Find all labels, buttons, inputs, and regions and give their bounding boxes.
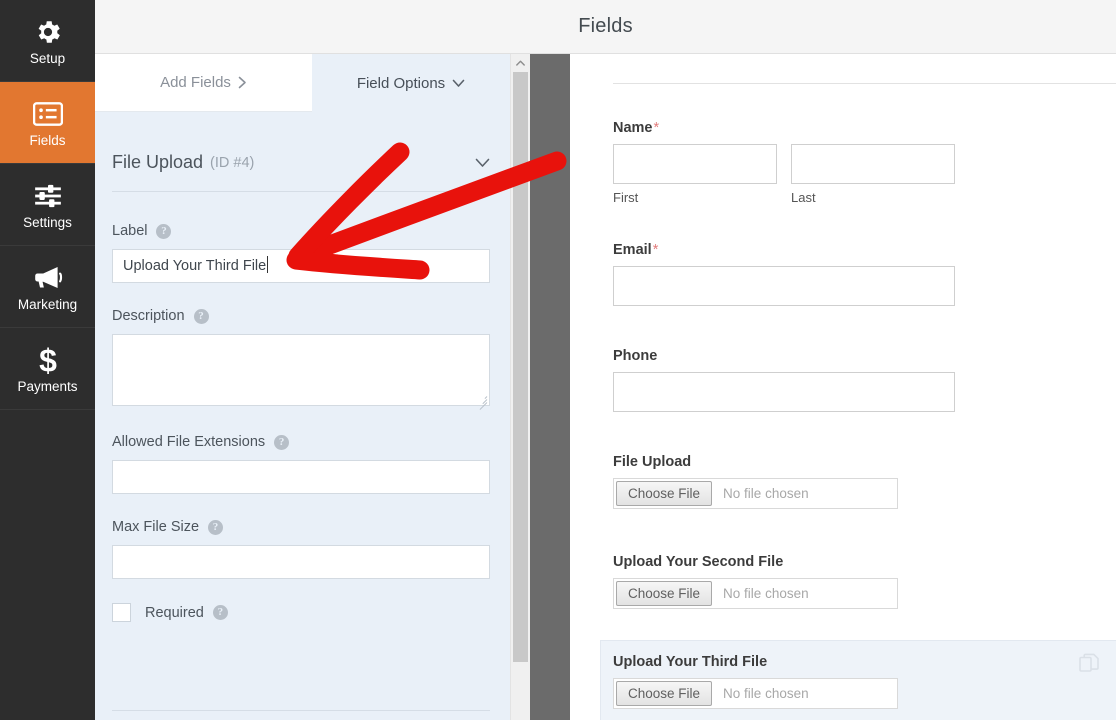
tab-add-fields-label: Add Fields <box>160 74 231 91</box>
preview-email-input[interactable] <box>613 266 955 306</box>
sidebar-item-label: Fields <box>29 133 65 149</box>
description-textarea[interactable] <box>112 334 490 406</box>
left-sidebar: Setup Fields Settings <box>0 0 95 720</box>
preview-field-name: Name* First Last <box>613 120 955 205</box>
label-input-value: Upload Your Third File <box>123 258 266 274</box>
preview-field-phone: Phone <box>613 348 955 412</box>
form-preview: Name* First Last Email* Phone File Uploa… <box>570 54 1116 720</box>
help-icon[interactable]: ? <box>213 605 228 620</box>
help-icon[interactable]: ? <box>156 224 171 239</box>
file-status-text: No file chosen <box>723 486 809 501</box>
required-label: Required <box>145 605 204 621</box>
sidebar-item-fields[interactable]: Fields <box>0 82 95 164</box>
svg-text:$: $ <box>39 344 57 376</box>
help-icon[interactable]: ? <box>194 309 209 324</box>
file-status-text: No file chosen <box>723 686 809 701</box>
choose-file-button[interactable]: Choose File <box>616 681 712 706</box>
description-field-label: Description ? <box>112 308 209 324</box>
list-icon <box>33 97 63 131</box>
divider <box>112 191 490 192</box>
preview-field-label: Email* <box>613 242 955 258</box>
preview-phone-input[interactable] <box>613 372 955 412</box>
chevron-right-icon <box>238 76 247 89</box>
allowed-extensions-label: Allowed File Extensions ? <box>112 434 289 450</box>
field-id: (ID #4) <box>210 155 254 171</box>
sidebar-item-setup[interactable]: Setup <box>0 0 95 82</box>
required-checkbox[interactable] <box>112 603 131 622</box>
required-asterisk: * <box>654 120 660 136</box>
choose-file-button[interactable]: Choose File <box>616 481 712 506</box>
preview-last-name-sublabel: Last <box>791 190 955 205</box>
preview-field-third-file: Upload Your Third File Choose File No fi… <box>613 654 898 709</box>
chevron-down-icon <box>452 79 465 88</box>
gear-icon <box>33 15 63 49</box>
field-title: File Upload <box>112 152 203 173</box>
preview-file-input[interactable]: Choose File No file chosen <box>613 478 898 509</box>
preview-last-name-input[interactable] <box>791 144 955 184</box>
preview-field-label: Phone <box>613 348 955 364</box>
preview-field-label: Name* <box>613 120 955 136</box>
dollar-icon: $ <box>36 343 60 377</box>
text-caret <box>267 256 268 273</box>
megaphone-icon <box>32 261 64 295</box>
sliders-icon <box>33 179 63 213</box>
page-header: Fields <box>95 0 1116 54</box>
help-icon[interactable]: ? <box>208 520 223 535</box>
label-field-label: Label ? <box>112 223 171 239</box>
panel-divider <box>530 54 570 720</box>
preview-field-second-file: Upload Your Second File Choose File No f… <box>613 554 898 609</box>
field-options-body: File Upload (ID #4) Label ? Upload Your … <box>95 112 510 720</box>
field-panel-header: File Upload (ID #4) <box>112 152 490 173</box>
choose-file-button[interactable]: Choose File <box>616 581 712 606</box>
max-file-size-label: Max File Size ? <box>112 519 223 535</box>
preview-field-label: Upload Your Third File <box>613 654 898 670</box>
sidebar-item-label: Setup <box>30 51 65 67</box>
preview-field-label: Upload Your Second File <box>613 554 898 570</box>
panel-tabs: Add Fields Field Options <box>95 54 510 112</box>
preview-file-input[interactable]: Choose File No file chosen <box>613 678 898 709</box>
preview-field-file-upload: File Upload Choose File No file chosen <box>613 454 898 509</box>
sidebar-item-payments[interactable]: $ Payments <box>0 328 95 410</box>
sidebar-item-label: Marketing <box>18 297 77 313</box>
duplicate-icon[interactable] <box>1079 653 1099 678</box>
preview-first-name-input[interactable] <box>613 144 777 184</box>
sidebar-item-label: Settings <box>23 215 72 231</box>
allowed-extensions-input[interactable] <box>112 460 490 494</box>
tab-field-options-label: Field Options <box>357 75 445 92</box>
preview-file-input[interactable]: Choose File No file chosen <box>613 578 898 609</box>
preview-top-divider <box>613 83 1116 84</box>
chevron-up-icon[interactable] <box>511 54 530 71</box>
field-options-panel: Add Fields Field Options File Upload (ID… <box>95 54 510 720</box>
preview-field-email: Email* <box>613 242 955 306</box>
divider <box>112 710 490 711</box>
panel-scrollbar[interactable] <box>510 54 530 720</box>
label-input[interactable]: Upload Your Third File <box>112 249 490 283</box>
file-status-text: No file chosen <box>723 586 809 601</box>
help-icon[interactable]: ? <box>274 435 289 450</box>
page-title: Fields <box>95 15 1116 38</box>
max-file-size-input[interactable] <box>112 545 490 579</box>
sidebar-item-settings[interactable]: Settings <box>0 164 95 246</box>
preview-first-name-sublabel: First <box>613 190 777 205</box>
tab-field-options[interactable]: Field Options <box>312 54 510 112</box>
resize-handle-icon[interactable] <box>476 393 487 404</box>
preview-field-label: File Upload <box>613 454 898 470</box>
scrollbar-thumb[interactable] <box>513 72 528 662</box>
required-asterisk: * <box>653 242 659 258</box>
sidebar-item-label: Payments <box>17 379 77 395</box>
chevron-down-icon[interactable] <box>475 158 490 168</box>
sidebar-item-marketing[interactable]: Marketing <box>0 246 95 328</box>
required-checkbox-row[interactable]: Required ? <box>112 603 228 622</box>
tab-add-fields[interactable]: Add Fields <box>95 54 312 112</box>
